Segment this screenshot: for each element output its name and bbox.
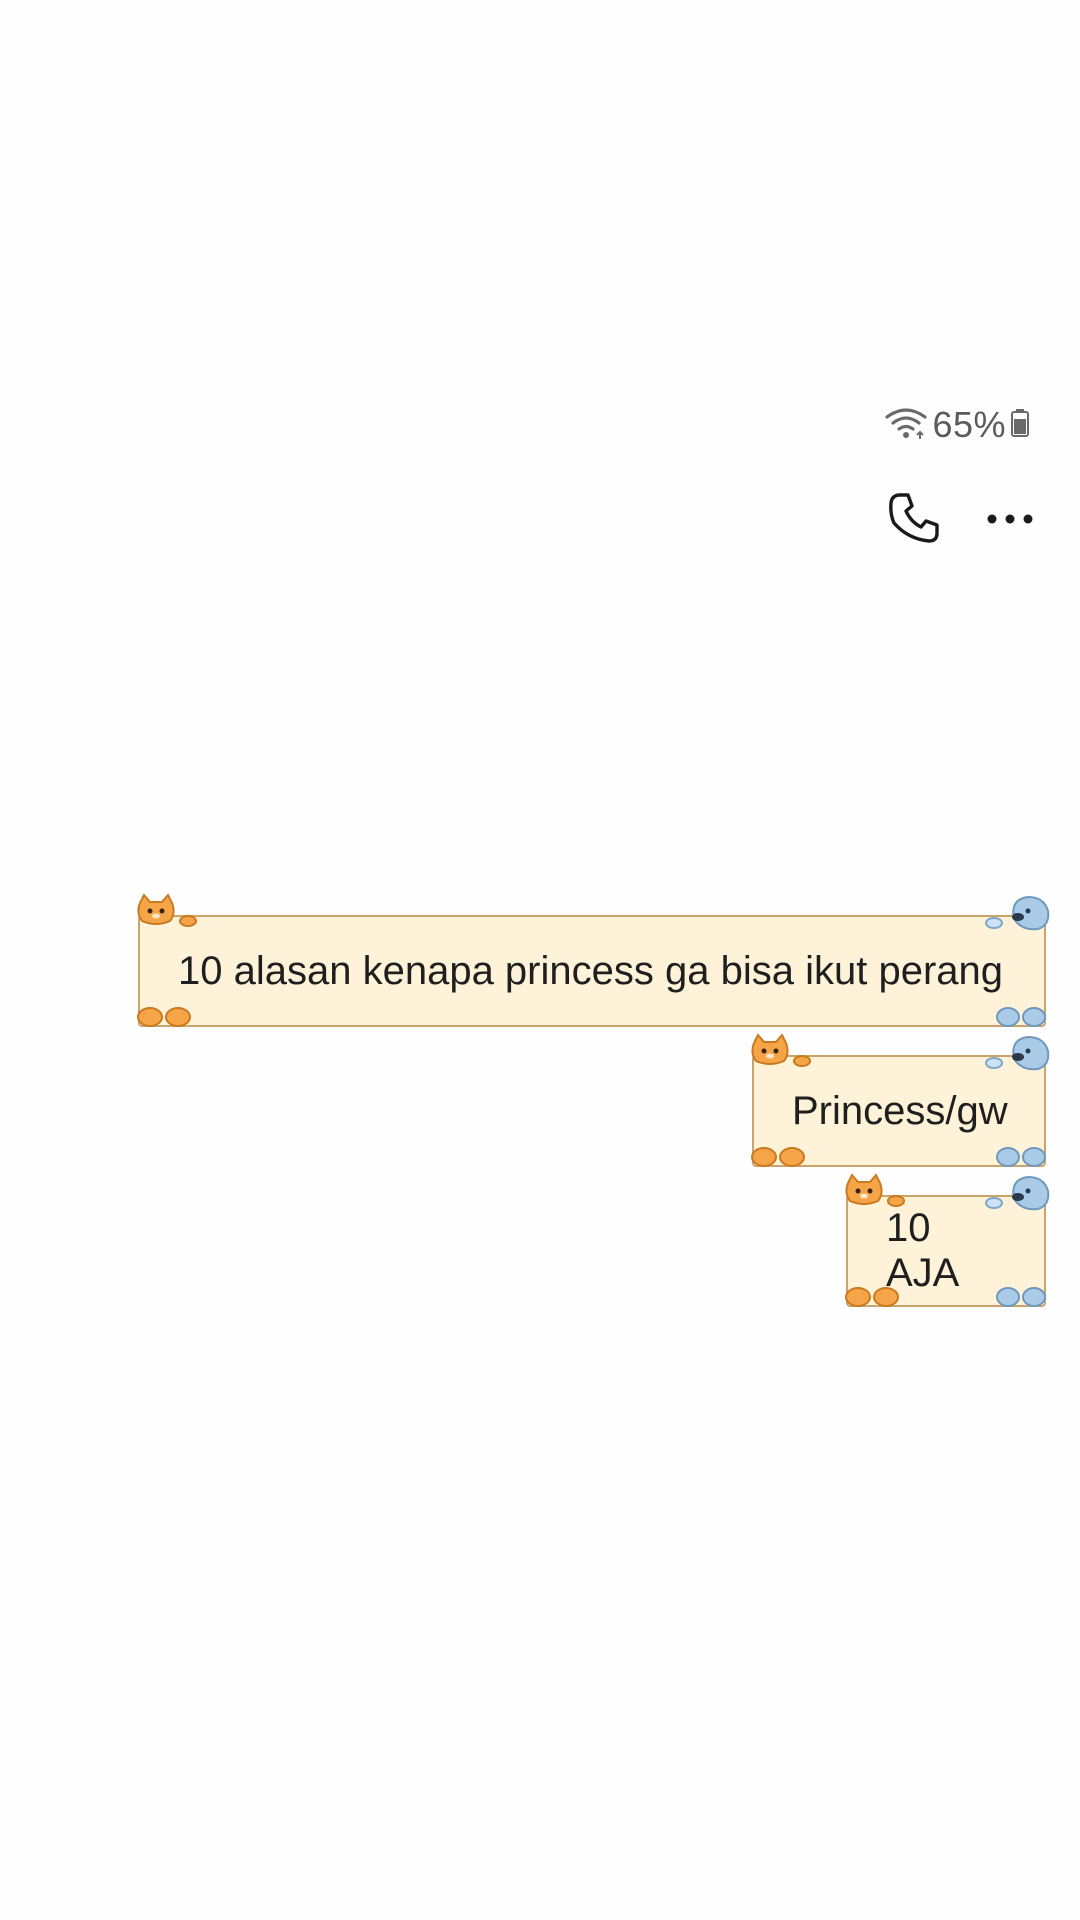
call-button[interactable] [886, 490, 942, 551]
message-bubble[interactable]: 10 AJA [845, 1173, 1050, 1307]
message-list: 10 alasan kenapa princess ga bisa ikut p… [137, 893, 1050, 1307]
status-bar: 65% [884, 402, 1030, 448]
dog-face-icon [982, 1173, 1054, 1225]
more-options-button[interactable] [986, 512, 1034, 530]
chat-screen: 65% 10 alasan kenapa princess ga bisa ik… [0, 0, 1080, 1920]
dog-face-icon [982, 893, 1054, 945]
battery-percent: 65% [932, 404, 1006, 445]
paw-prints-icon [748, 1134, 810, 1179]
chat-header-actions [886, 490, 1034, 551]
message-text: Princess/gw [792, 1088, 1008, 1133]
cat-face-icon [840, 1173, 906, 1223]
phone-icon [886, 490, 942, 551]
cat-face-icon [132, 893, 198, 943]
more-horizontal-icon [986, 512, 1034, 530]
battery-icon [1010, 408, 1030, 443]
dog-face-icon [982, 1033, 1054, 1085]
message-text: 10 alasan kenapa princess ga bisa ikut p… [178, 948, 1003, 993]
message-bubble[interactable]: 10 alasan kenapa princess ga bisa ikut p… [137, 893, 1050, 1027]
paw-prints-icon [994, 1274, 1048, 1319]
paw-prints-icon [842, 1274, 904, 1319]
wifi-icon [884, 406, 928, 445]
cat-face-icon [746, 1033, 812, 1083]
message-bubble[interactable]: Princess/gw [751, 1033, 1050, 1167]
paw-prints-icon [134, 994, 196, 1039]
